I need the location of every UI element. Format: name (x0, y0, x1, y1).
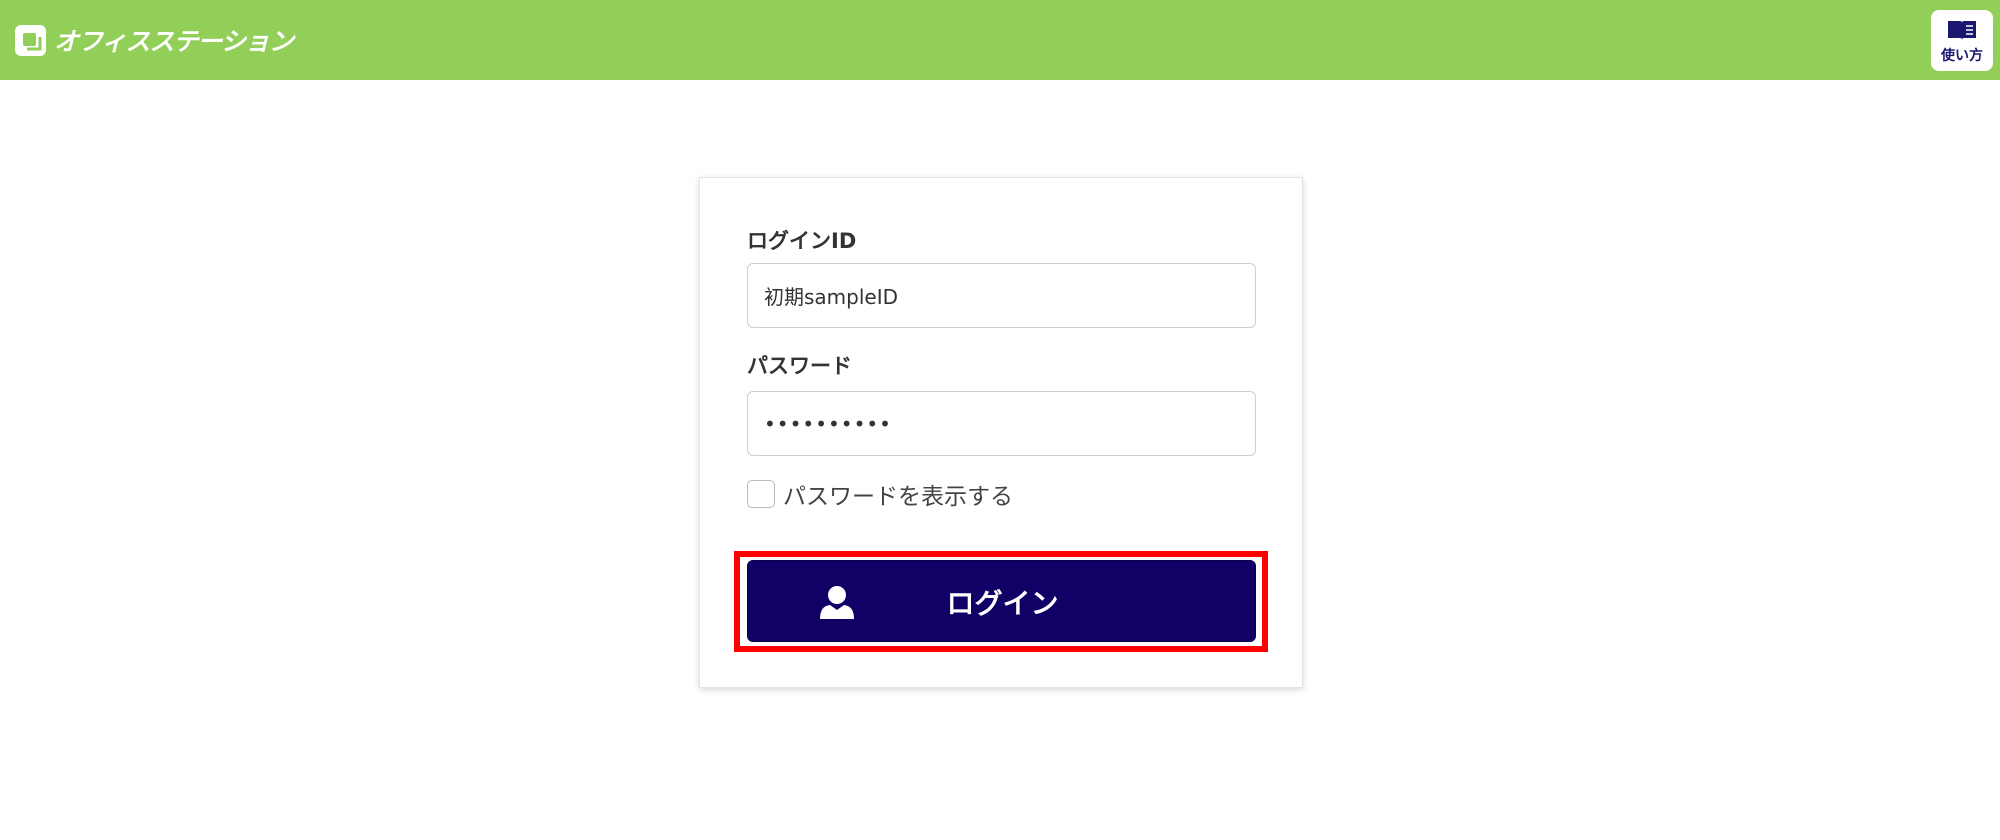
show-password-toggle[interactable]: パスワードを表示する (747, 479, 1013, 510)
logo-text: オフィスステーション (54, 27, 294, 56)
login-button[interactable]: ログイン (747, 560, 1256, 642)
login-card: ログインID パスワード パスワードを表示する ログイン (699, 177, 1303, 688)
show-password-label: パスワードを表示する (783, 484, 1013, 510)
login-id-input[interactable] (747, 263, 1256, 328)
show-password-checkbox[interactable] (747, 480, 775, 508)
help-label: 使い方 (1941, 47, 1983, 64)
password-input[interactable] (747, 391, 1256, 456)
password-label: パスワード (747, 354, 852, 378)
login-button-label: ログイン (946, 587, 1059, 620)
logo-mark-icon (15, 24, 46, 56)
top-header: オフィスステーション 使い方 (0, 0, 2000, 80)
help-button[interactable]: 使い方 (1931, 10, 1993, 71)
app-logo[interactable]: オフィスステーション (15, 24, 294, 56)
login-id-label: ログインID (747, 229, 857, 253)
book-icon (1946, 18, 1978, 46)
